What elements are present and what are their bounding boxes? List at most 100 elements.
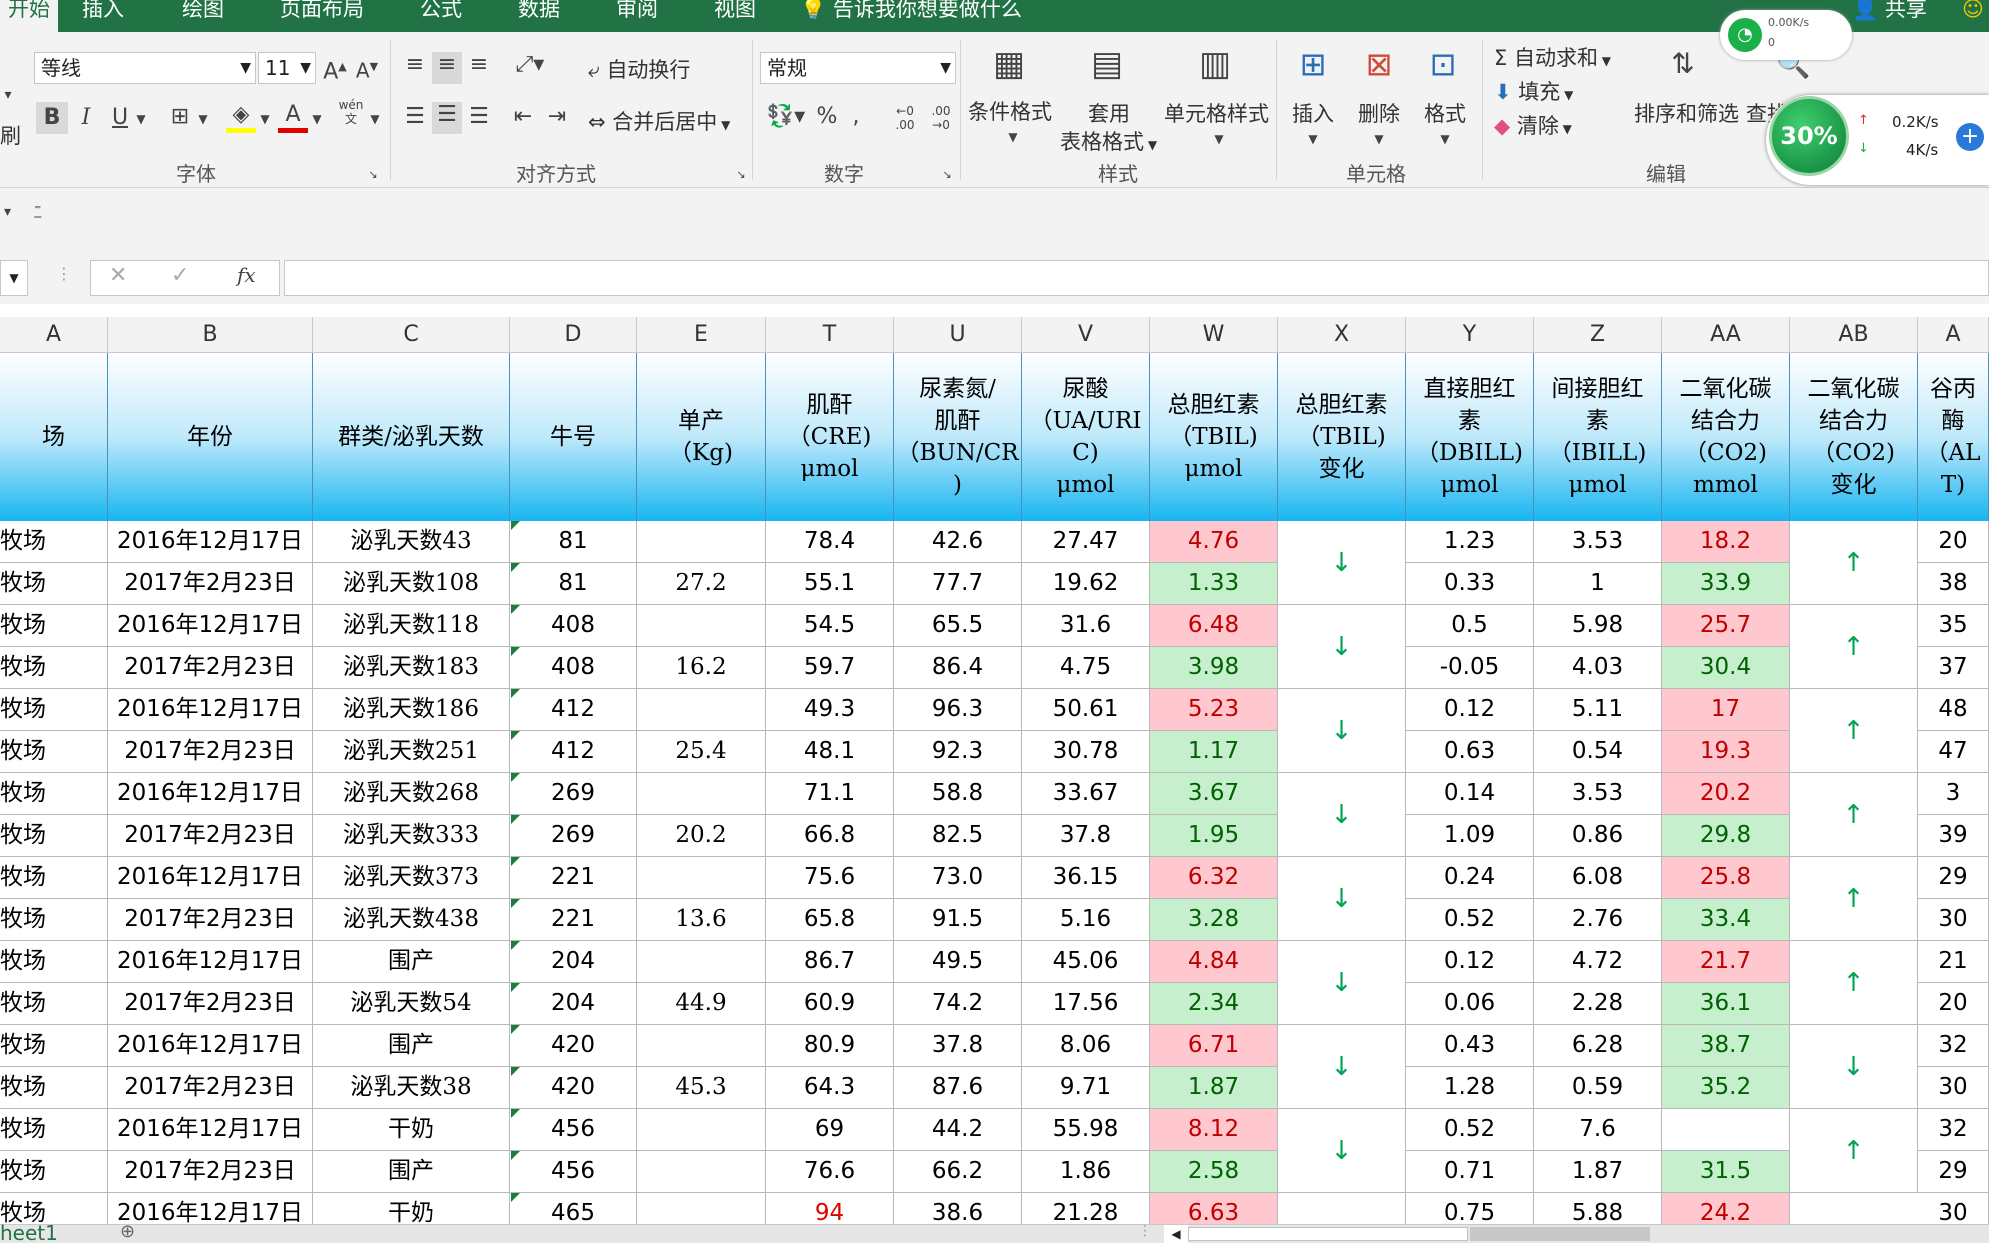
table-cell[interactable]: 94	[766, 1193, 894, 1224]
table-cell[interactable]: 30	[1918, 1067, 1989, 1109]
header-cell[interactable]: 尿素氮/ 肌酐 （BUN/CR )	[894, 353, 1022, 521]
tbil-change-arrow[interactable]: ↓	[1278, 941, 1406, 1025]
table-cell[interactable]: 18.2	[1662, 521, 1790, 563]
table-cell[interactable]: 456	[510, 1151, 637, 1193]
decrease-decimal-icon[interactable]: .00 →0	[926, 104, 956, 132]
column-letter-ab[interactable]: AB	[1790, 317, 1918, 353]
table-cell[interactable]: 6.48	[1150, 605, 1278, 647]
tbil-change-arrow[interactable]: ↓	[1278, 857, 1406, 941]
table-cell[interactable]	[637, 941, 766, 983]
table-cell[interactable]: 37.8	[894, 1025, 1022, 1067]
table-cell[interactable]: 81	[510, 521, 637, 563]
table-cell[interactable]: 牧场	[0, 1193, 108, 1224]
column-letter-t[interactable]: T	[766, 317, 894, 353]
chevron-down-icon[interactable]: ▾	[4, 204, 11, 220]
column-letter-v[interactable]: V	[1022, 317, 1150, 353]
table-cell[interactable]: 3.28	[1150, 899, 1278, 941]
table-cell[interactable]	[637, 605, 766, 647]
table-cell[interactable]: 17.56	[1022, 983, 1150, 1025]
co2-change-arrow[interactable]: ↓	[1790, 1025, 1918, 1109]
table-cell[interactable]: 465	[510, 1193, 637, 1224]
table-cell[interactable]: 泌乳天数54	[313, 983, 510, 1025]
table-cell[interactable]: 3	[1918, 773, 1989, 815]
table-cell[interactable]: 82.5	[894, 815, 1022, 857]
table-cell[interactable]: 1.09	[1406, 815, 1534, 857]
table-cell[interactable]: 412	[510, 731, 637, 773]
table-cell[interactable]: 35.2	[1662, 1067, 1790, 1109]
delete-button[interactable]: 删除	[1358, 98, 1400, 128]
table-cell[interactable]: 围产	[313, 941, 510, 983]
table-cell[interactable]: 4.72	[1534, 941, 1662, 983]
table-cell[interactable]: 87.6	[894, 1067, 1022, 1109]
table-cell[interactable]: 221	[510, 899, 637, 941]
underline-button[interactable]: U	[106, 102, 134, 134]
table-cell[interactable]: 42.6	[894, 521, 1022, 563]
italic-button[interactable]: I	[72, 102, 100, 134]
table-cell[interactable]: 2016年12月17日	[108, 773, 313, 815]
cell-styles-icon[interactable]: ▥	[1192, 44, 1238, 84]
table-cell[interactable]: 泌乳天数373	[313, 857, 510, 899]
table-cell[interactable]: 2017年2月23日	[108, 1151, 313, 1193]
confirm-icon[interactable]: ✓	[171, 263, 189, 288]
column-letter-y[interactable]: Y	[1406, 317, 1534, 353]
table-cell[interactable]: 59.7	[766, 647, 894, 689]
table-cell[interactable]: 96.3	[894, 689, 1022, 731]
increase-font-icon[interactable]: A▲	[322, 54, 348, 85]
align-top-icon[interactable]: ≡	[400, 52, 430, 78]
chevron-down-icon[interactable]: ▼	[1438, 126, 1452, 152]
conditional-format-icon[interactable]: ▦	[986, 44, 1032, 84]
table-cell[interactable]: 牧场	[0, 689, 108, 731]
table-cell[interactable]: 49.5	[894, 941, 1022, 983]
table-cell[interactable]: 2.76	[1534, 899, 1662, 941]
header-cell[interactable]: 牛号	[510, 353, 637, 521]
table-cell[interactable]: 45.06	[1022, 941, 1150, 983]
table-cell[interactable]: 60.9	[766, 983, 894, 1025]
clear-button[interactable]: ◆ 清除 ▼	[1494, 110, 1572, 140]
table-cell[interactable]: 4.76	[1150, 521, 1278, 563]
decrease-font-icon[interactable]: A▼	[354, 54, 380, 84]
table-cell[interactable]: 71.1	[766, 773, 894, 815]
table-cell[interactable]: 2016年12月17日	[108, 1109, 313, 1151]
table-cell[interactable]: 6.71	[1150, 1025, 1278, 1067]
smiley-icon[interactable]: ☺	[1962, 0, 1984, 32]
header-cell[interactable]: 直接胆红 素 （DBILL) μmol	[1406, 353, 1534, 521]
table-cell[interactable]: 65.5	[894, 605, 1022, 647]
scroll-left-icon[interactable]: ◀	[1164, 1225, 1188, 1243]
header-cell[interactable]: 群类/泌乳天数	[313, 353, 510, 521]
tab-data[interactable]: 数据	[518, 0, 560, 32]
tell-me-box[interactable]: 💡 告诉我你想要做什么	[800, 0, 1022, 32]
accounting-format-icon[interactable]: 💱▾	[764, 104, 808, 130]
table-cell[interactable]: 牧场	[0, 899, 108, 941]
chevron-down-icon[interactable]: ▼	[310, 106, 324, 132]
table-cell[interactable]: 6.08	[1534, 857, 1662, 899]
name-box[interactable]: ▼	[0, 260, 28, 296]
tab-insert[interactable]: 插入	[82, 0, 124, 32]
delete-cells-icon[interactable]: ⊠	[1356, 44, 1402, 84]
percent-icon[interactable]: %	[812, 104, 842, 130]
tbil-change-arrow[interactable]: ↓	[1278, 1025, 1406, 1109]
table-cell[interactable]: 54.5	[766, 605, 894, 647]
table-cell[interactable]: 74.2	[894, 983, 1022, 1025]
table-cell[interactable]: 5.23	[1150, 689, 1278, 731]
table-cell[interactable]: 1.17	[1150, 731, 1278, 773]
table-cell[interactable]	[637, 689, 766, 731]
wrap-text-button[interactable]: ⤶ 自动换行	[588, 54, 690, 84]
font-color-icon[interactable]: A	[278, 102, 308, 133]
table-cell[interactable]: 25.4	[637, 731, 766, 773]
align-middle-icon[interactable]: ≡	[432, 52, 462, 84]
column-letter-w[interactable]: W	[1150, 317, 1278, 353]
table-cell[interactable]: 3.53	[1534, 521, 1662, 563]
table-cell[interactable]: 牧场	[0, 1151, 108, 1193]
tab-page-layout[interactable]: 页面布局	[280, 0, 364, 32]
table-cell[interactable]: 1.33	[1150, 563, 1278, 605]
table-cell[interactable]: 58.8	[894, 773, 1022, 815]
header-cell[interactable]: 场	[0, 353, 108, 521]
borders-icon[interactable]: ⊞	[166, 104, 194, 130]
header-cell[interactable]: 总胆红素 （TBIL) 变化	[1278, 353, 1406, 521]
table-cell[interactable]: 38.7	[1662, 1025, 1790, 1067]
sort-filter-button[interactable]: 排序和筛选	[1634, 98, 1739, 128]
table-cell[interactable]: 38.6	[894, 1193, 1022, 1224]
table-cell[interactable]: 91.5	[894, 899, 1022, 941]
table-cell[interactable]: 408	[510, 647, 637, 689]
header-cell[interactable]: 谷丙 酶 （AL T)	[1918, 353, 1989, 521]
